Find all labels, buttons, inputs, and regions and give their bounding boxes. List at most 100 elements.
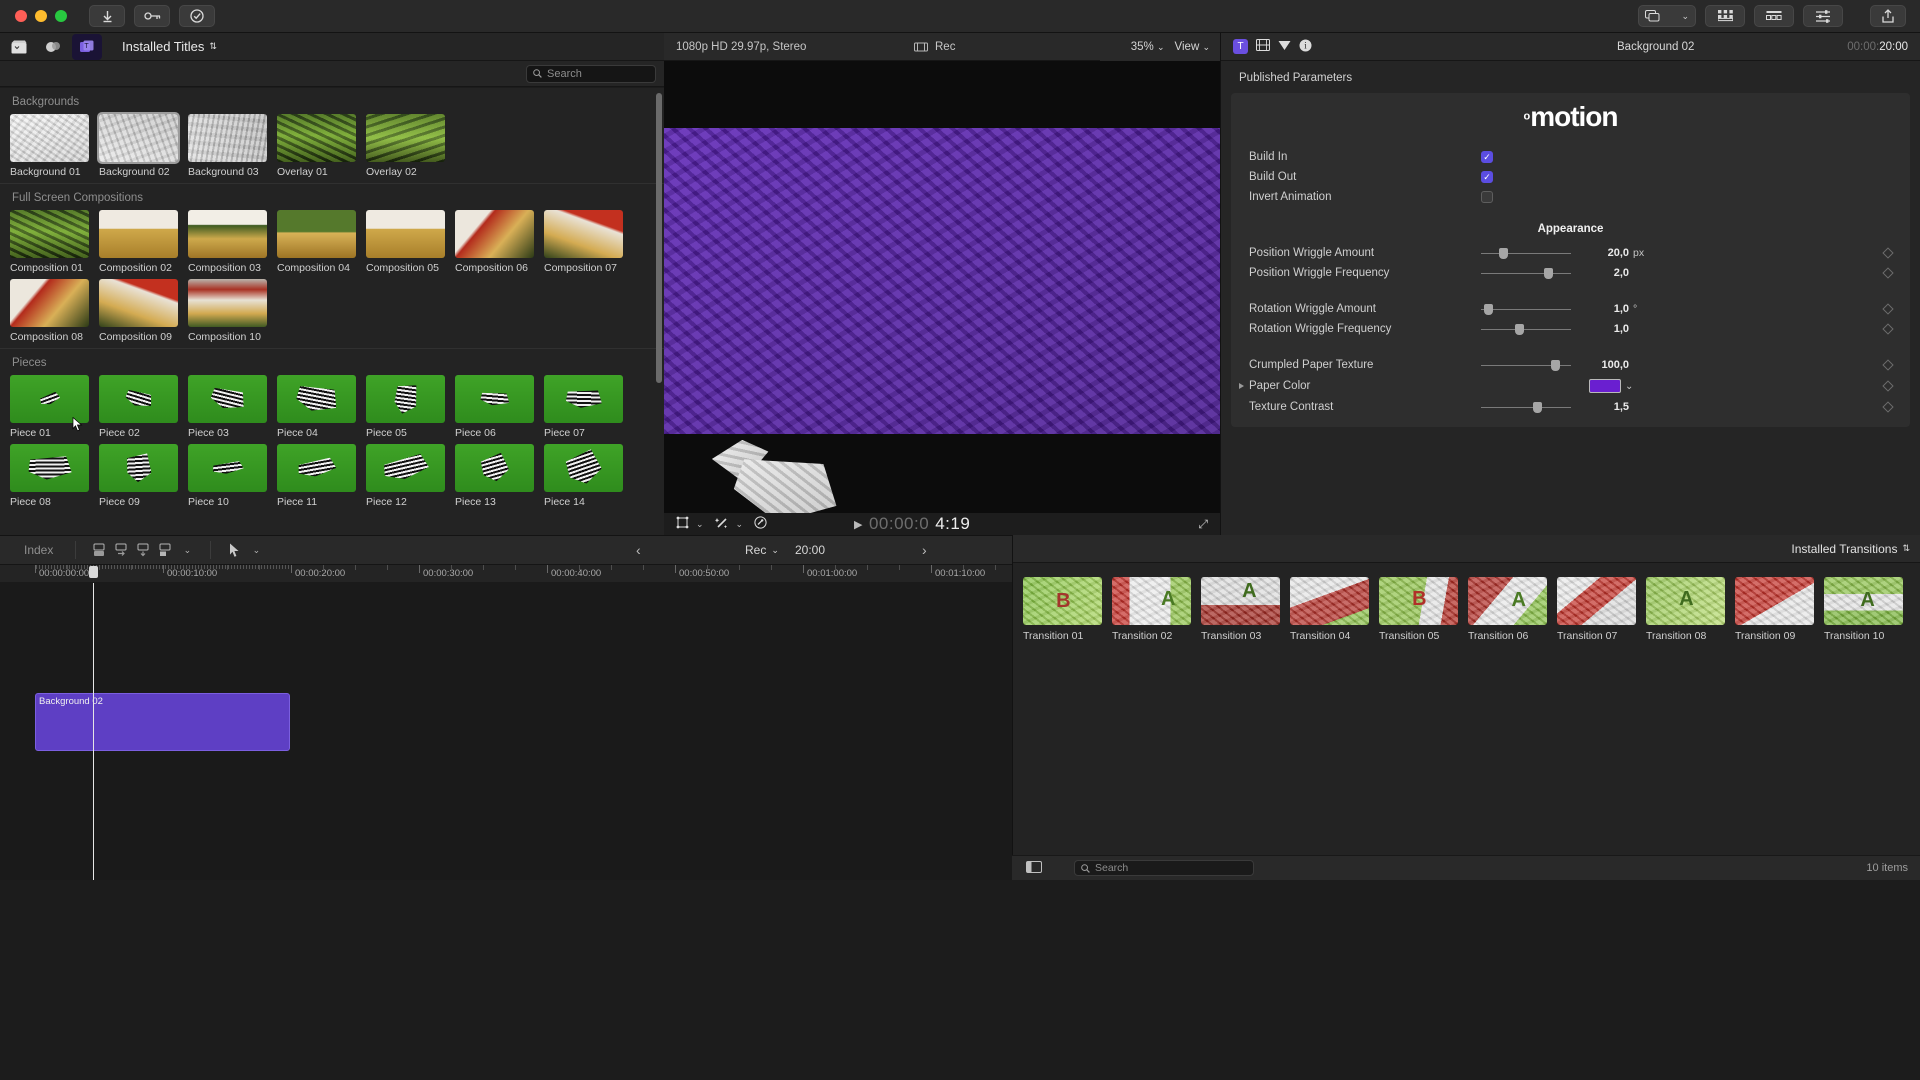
- browser-item[interactable]: Composition 03: [188, 210, 277, 274]
- chevron-down-icon[interactable]: ⌄: [696, 519, 704, 530]
- inspector-param-slider[interactable]: [1481, 268, 1571, 279]
- inspector-button[interactable]: [1803, 5, 1843, 27]
- viewer-canvas[interactable]: [664, 61, 1220, 513]
- zoom-menu[interactable]: 35% ⌄: [1131, 41, 1165, 53]
- inspector-param-slider[interactable]: [1481, 304, 1571, 315]
- color-inspector-icon[interactable]: [1278, 40, 1291, 54]
- browser-item[interactable]: Piece 05: [366, 375, 455, 439]
- inspector-checkbox[interactable]: [1481, 191, 1493, 203]
- sidebar-toggle-icon[interactable]: [1026, 860, 1042, 876]
- timeline-prev-button[interactable]: ‹: [636, 542, 641, 558]
- transitions-category-menu[interactable]: Installed Transitions ⇅: [1791, 542, 1910, 556]
- transition-item[interactable]: Transition 09: [1735, 577, 1824, 642]
- info-inspector-icon[interactable]: i: [1299, 39, 1312, 55]
- transition-item[interactable]: Transition 04: [1290, 577, 1379, 642]
- transition-item[interactable]: A Transition 10: [1824, 577, 1913, 642]
- inspector-param-slider[interactable]: [1481, 248, 1571, 259]
- chevron-down-icon[interactable]: ⌄: [771, 545, 779, 556]
- keychain-button[interactable]: [134, 5, 170, 27]
- slider-knob[interactable]: [1515, 324, 1525, 335]
- keyframe-diamond-icon[interactable]: [1882, 267, 1894, 279]
- viewer-timecode[interactable]: ▶ 00:00:0 4:19: [854, 514, 970, 534]
- transition-item[interactable]: B Transition 01: [1023, 577, 1112, 642]
- select-tool-icon[interactable]: [223, 540, 245, 560]
- inspector-checkbox[interactable]: ✓: [1481, 151, 1493, 163]
- inspector-param-value[interactable]: 2,0: [1571, 267, 1633, 279]
- chevron-down-icon[interactable]: ⌄: [1157, 42, 1165, 52]
- timeline-clip[interactable]: Background 02: [35, 693, 290, 751]
- color-balance-icon[interactable]: [754, 516, 767, 532]
- append-clip-icon[interactable]: [132, 540, 154, 560]
- transition-item[interactable]: B Transition 05: [1379, 577, 1468, 642]
- effects-wand-icon[interactable]: [714, 516, 729, 533]
- browser-item[interactable]: Piece 08: [10, 444, 99, 508]
- inspector-param-value[interactable]: 1,5: [1571, 401, 1633, 413]
- browser-item[interactable]: Overlay 02: [366, 114, 455, 178]
- browser-item[interactable]: Composition 04: [277, 210, 366, 274]
- chevron-updown-icon[interactable]: ⇅: [1902, 543, 1910, 554]
- slider-knob[interactable]: [1498, 248, 1508, 259]
- checkmark-button[interactable]: [179, 5, 215, 27]
- transition-item[interactable]: A Transition 06: [1468, 577, 1557, 642]
- library-icon[interactable]: [4, 34, 34, 60]
- search-input[interactable]: Search: [526, 64, 656, 83]
- close-button[interactable]: [15, 10, 27, 22]
- browser-scrollbar[interactable]: [656, 93, 662, 383]
- keyframe-diamond-icon[interactable]: [1882, 323, 1894, 335]
- transitions-grid[interactable]: B Transition 01 A Transition 02 A Transition …: [1013, 563, 1920, 652]
- viewer-rec-indicator[interactable]: Rec: [914, 41, 955, 53]
- browser-grid-button[interactable]: [1705, 5, 1745, 27]
- timeline-project-menu[interactable]: Rec ⌄: [745, 543, 779, 557]
- slider-knob[interactable]: [1550, 360, 1560, 371]
- browser-item[interactable]: Background 01: [10, 114, 99, 178]
- slider-knob[interactable]: [1544, 268, 1554, 279]
- transform-icon[interactable]: [676, 516, 689, 532]
- browser-item[interactable]: Background 02: [97, 112, 188, 178]
- browser-item[interactable]: Piece 03: [188, 375, 277, 439]
- chevron-down-icon[interactable]: ⌄: [1681, 11, 1689, 22]
- transition-item[interactable]: Transition 07: [1557, 577, 1646, 642]
- browser-item[interactable]: Piece 12: [366, 444, 455, 508]
- timeline-ruler[interactable]: 00:00:00:00 00:00:10:00 00:00:20:00 00:00:3…: [0, 565, 1028, 583]
- overwrite-clip-icon[interactable]: [154, 540, 176, 560]
- browser-item[interactable]: Piece 04: [277, 375, 366, 439]
- browser-item[interactable]: Composition 09: [99, 279, 188, 343]
- keyframe-diamond-icon[interactable]: [1882, 359, 1894, 371]
- disclosure-triangle-icon[interactable]: [1239, 383, 1244, 389]
- transition-item[interactable]: A Transition 02: [1112, 577, 1201, 642]
- timeline-canvas[interactable]: Background 02: [0, 583, 1012, 880]
- keyframe-diamond-icon[interactable]: [1882, 380, 1894, 392]
- transition-item[interactable]: A Transition 08: [1646, 577, 1735, 642]
- browser-item[interactable]: Piece 09: [99, 444, 188, 508]
- browser-item[interactable]: Composition 07: [544, 210, 633, 274]
- browser-item[interactable]: Piece 01: [10, 375, 99, 439]
- browser-item[interactable]: Composition 06: [455, 210, 544, 274]
- chevron-down-icon-2[interactable]: ⌄: [736, 519, 744, 530]
- timeline-button[interactable]: [1754, 5, 1794, 27]
- screens-button[interactable]: ⌄: [1638, 5, 1696, 27]
- browser-item[interactable]: Composition 01: [10, 210, 99, 274]
- media-browser[interactable]: Backgrounds Background 01 Background 02 Bac…: [0, 88, 664, 535]
- transition-item[interactable]: A Transition 03: [1201, 577, 1290, 642]
- timeline-next-button[interactable]: ›: [922, 542, 927, 558]
- inspector-checkbox[interactable]: ✓: [1481, 171, 1493, 183]
- connect-clip-icon[interactable]: [88, 540, 110, 560]
- chevron-updown-icon[interactable]: ⇅: [209, 41, 217, 52]
- keyframe-diamond-icon[interactable]: [1882, 303, 1894, 315]
- expand-viewer-icon[interactable]: ⤢: [1198, 517, 1208, 532]
- color-chevron-icon[interactable]: ⌄: [1625, 381, 1643, 392]
- browser-item[interactable]: Piece 11: [277, 444, 366, 508]
- insert-clip-icon[interactable]: [110, 540, 132, 560]
- minimize-button[interactable]: [35, 10, 47, 22]
- inspector-param-value[interactable]: 1,0: [1571, 323, 1633, 335]
- browser-item[interactable]: Piece 10: [188, 444, 277, 508]
- titles-icon[interactable]: T: [72, 33, 102, 60]
- browser-item[interactable]: Piece 02: [99, 375, 188, 439]
- color-swatch[interactable]: [1589, 379, 1621, 393]
- browser-item[interactable]: Background 03: [188, 114, 277, 178]
- chevron-down-icon[interactable]: ⌄: [1202, 42, 1210, 52]
- slider-knob[interactable]: [1532, 402, 1542, 413]
- inspector-param-value[interactable]: 100,0: [1571, 359, 1633, 371]
- share-button[interactable]: [1870, 5, 1906, 27]
- transitions-search-input[interactable]: Search: [1074, 860, 1254, 876]
